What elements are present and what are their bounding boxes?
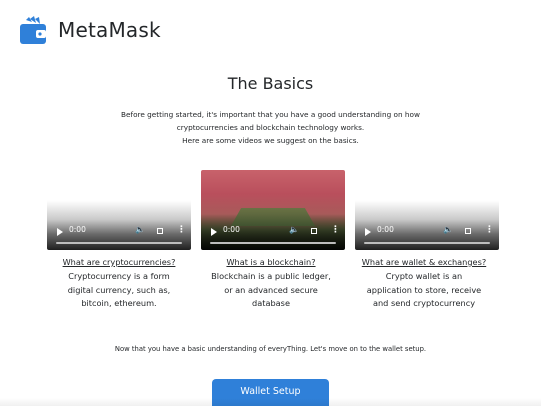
card-desc-line: Blockchain is a public ledger, [211,270,331,281]
wallet-icon [20,16,46,44]
brand-name: MetaMask [58,18,161,42]
play-icon[interactable] [365,228,371,236]
fullscreen-icon[interactable] [465,228,471,234]
card-desc-line: or an advanced secure [224,284,318,295]
video-controls: 0:00 🔈 ⋮ [201,218,345,250]
volume-icon[interactable]: 🔈 [443,225,453,235]
card-desc-line: bitcoin, ethereum. [81,298,157,309]
more-options-icon[interactable]: ⋮ [485,225,494,235]
card-cryptocurrencies: What are cryptocurrencies? Cryptocurrenc… [44,256,194,311]
video-controls: 0:00 🔈 ⋮ [47,218,191,250]
page-title: The Basics [227,74,314,93]
video-time: 0:00 [69,225,86,234]
link-blockchain[interactable]: What is a blockchain? [196,256,346,270]
page: MetaMask The Basics Before getting start… [0,0,541,406]
card-desc-line: database [252,298,290,309]
link-wallets[interactable]: What are wallet & exchanges? [349,256,499,270]
video-player-cryptocurrencies[interactable]: 0:00 🔈 ⋮ [47,170,191,250]
video-player-blockchain[interactable]: 0:00 🔈 ⋮ [201,170,345,250]
header: MetaMask [20,12,161,48]
volume-icon[interactable]: 🔈 [135,225,145,235]
card-wallets: What are wallet & exchanges? Crypto wall… [349,256,499,311]
video-controls: 0:00 🔈 ⋮ [355,218,499,250]
video-player-wallets[interactable]: 0:00 🔈 ⋮ [355,170,499,250]
play-icon[interactable] [211,228,217,236]
card-blockchain: What is a blockchain? Blockchain is a pu… [196,256,346,311]
card-desc-line: digital currency, such as, [67,284,171,295]
more-options-icon[interactable]: ⋮ [177,225,186,235]
intro-line: Before getting started, it's important t… [121,110,420,119]
video-progress-bar[interactable] [56,242,182,244]
volume-icon[interactable]: 🔈 [289,225,299,235]
footer-note: Now that you have a basic understanding … [114,345,427,353]
card-desc-line: Crypto wallet is an [385,270,463,281]
bottom-shadow [0,398,541,406]
fullscreen-icon[interactable] [311,228,317,234]
intro-text: Before getting started, it's important t… [90,108,451,147]
card-desc-line: Cryptocurrency is a form [68,270,170,281]
play-icon[interactable] [57,228,63,236]
video-time: 0:00 [377,225,394,234]
video-progress-bar[interactable] [210,242,336,244]
video-time: 0:00 [223,225,240,234]
video-progress-bar[interactable] [364,242,490,244]
intro-line: Here are some videos we suggest on the b… [182,136,359,145]
card-desc-line: application to store, receive [366,284,482,295]
link-cryptocurrencies[interactable]: What are cryptocurrencies? [44,256,194,270]
intro-line: cryptocurrencies and blockchain technolo… [176,123,365,132]
fullscreen-icon[interactable] [157,228,163,234]
more-options-icon[interactable]: ⋮ [331,225,340,235]
card-desc-line: and send cryptocurrency [372,298,476,309]
